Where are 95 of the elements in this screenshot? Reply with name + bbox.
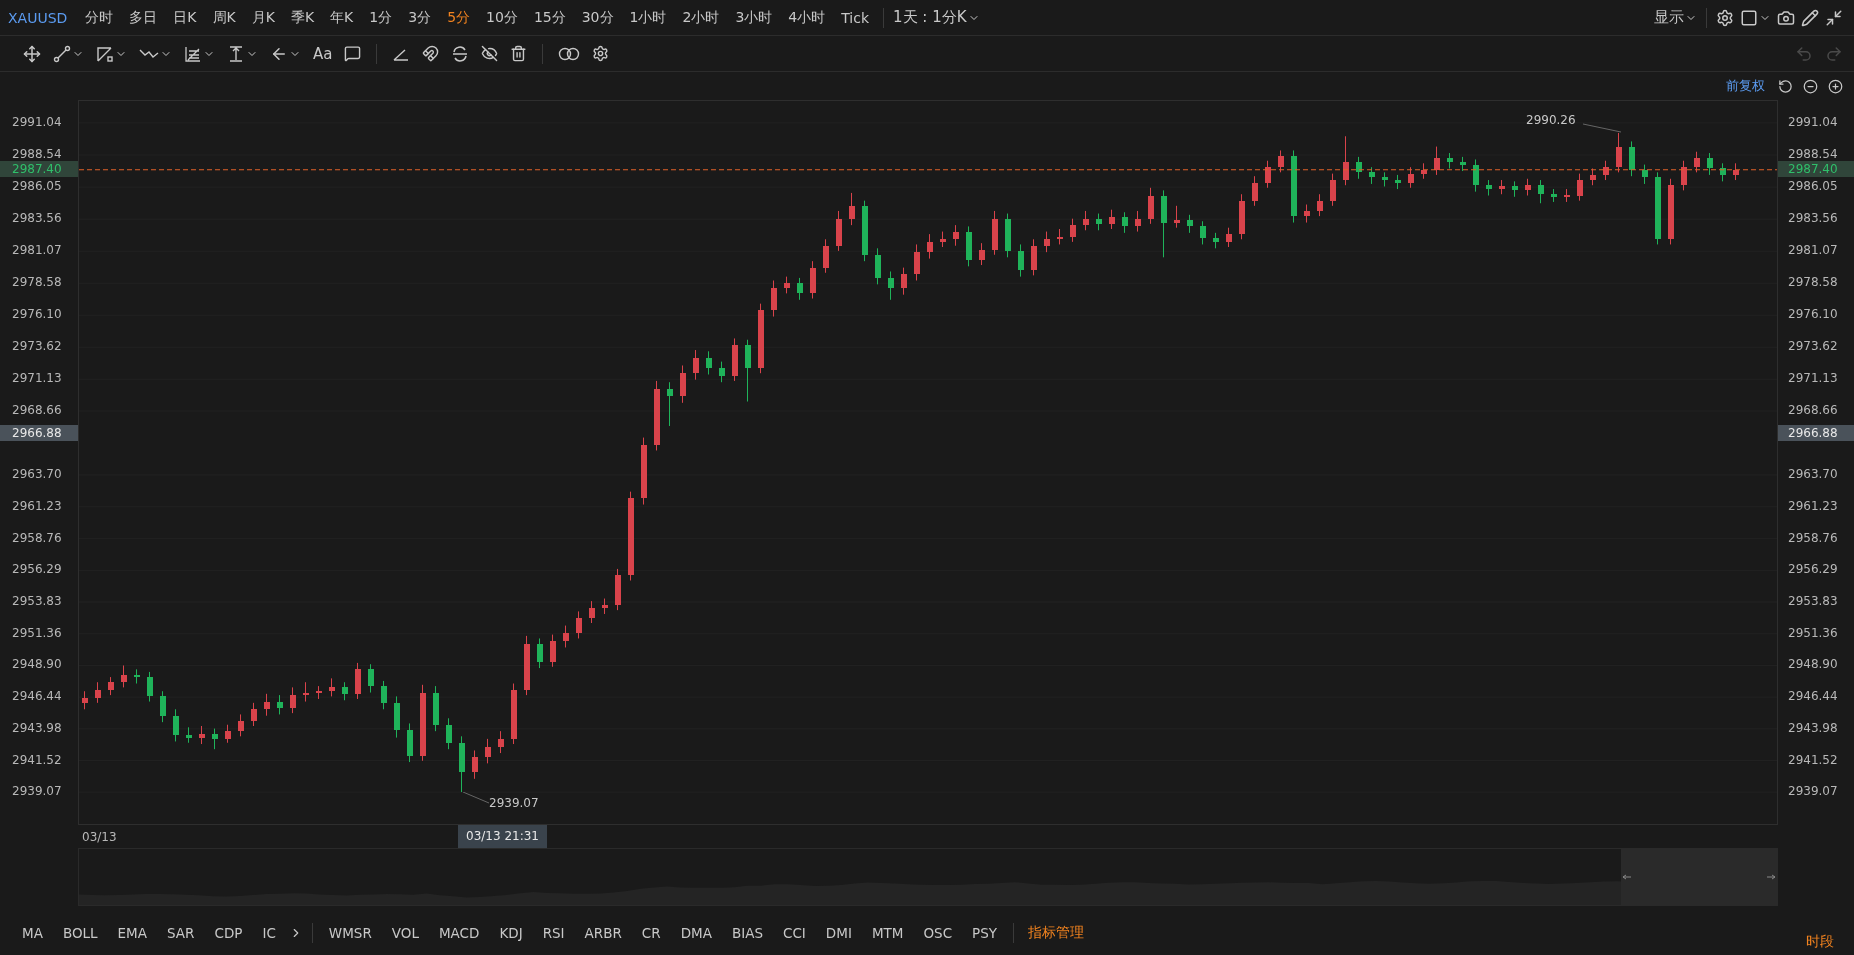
indicator-tab[interactable]: OSC: [913, 924, 963, 941]
price-tick: 2956.29: [1788, 562, 1838, 577]
price-tick: 2951.36: [12, 625, 62, 640]
interval-tab[interactable]: 日K: [165, 8, 205, 27]
indicator-tab[interactable]: DMI: [815, 924, 862, 941]
indicator-tab[interactable]: PSY: [962, 924, 1008, 941]
price-tick: 2958.76: [1788, 530, 1838, 545]
display-menu[interactable]: 显示: [1651, 5, 1700, 30]
adjustment-link[interactable]: 前复权: [1726, 77, 1765, 95]
current-price-label: 2987.40: [1778, 160, 1854, 177]
price-tick: 2953.83: [1788, 594, 1838, 608]
price-tick: 2973.62: [1788, 339, 1838, 354]
price-tick: 2943.98: [12, 720, 62, 735]
price-tick: 2946.44: [1788, 689, 1838, 704]
date-label: 03/13: [82, 829, 117, 844]
price-tick: 2976.10: [1788, 307, 1838, 322]
indicator-tab[interactable]: WMSR: [318, 924, 382, 941]
indicator-tab[interactable]: BIAS: [721, 924, 773, 941]
price-tick: 2988.54: [12, 147, 62, 162]
price-tick: 2988.54: [1788, 147, 1838, 162]
interval-tab[interactable]: 5分: [439, 8, 479, 27]
price-tick: 2961.23: [12, 498, 62, 513]
price-tick: 2983.56: [12, 211, 62, 226]
indicator-tab[interactable]: KDJ: [489, 924, 533, 941]
interval-tab[interactable]: 1小时: [621, 8, 675, 27]
price-tick: 2981.07: [12, 243, 62, 258]
indicator-tab[interactable]: CDP: [204, 924, 253, 941]
price-tick: 2941.52: [1788, 752, 1838, 767]
crosshair-price-label: 2966.88: [0, 424, 78, 441]
indicator-tab[interactable]: EMA: [107, 924, 157, 941]
price-tick: 2971.13: [1788, 371, 1838, 386]
interval-tab[interactable]: 周K: [204, 8, 244, 27]
interval-tab[interactable]: 3小时: [727, 8, 781, 27]
price-tick: 2991.04: [12, 114, 62, 129]
indicator-tab[interactable]: MA: [12, 924, 53, 941]
indicator-tab[interactable]: SAR: [157, 924, 205, 941]
crosshair-price-label: 2966.88: [1778, 424, 1854, 441]
price-tick: 2983.56: [1788, 211, 1838, 226]
current-price-label: 2987.40: [0, 160, 78, 177]
price-tick: 2976.10: [12, 307, 62, 322]
price-tick: 2946.44: [12, 689, 62, 704]
indicator-tab[interactable]: CCI: [773, 924, 816, 941]
interval-tab[interactable]: 4小时: [780, 8, 834, 27]
interval-tab[interactable]: 10分: [478, 8, 526, 27]
price-tick: 2978.58: [1788, 275, 1838, 290]
price-tick: 2951.36: [1788, 625, 1838, 640]
indicator-tab[interactable]: MTM: [861, 924, 914, 941]
interval-tab[interactable]: 30分: [573, 8, 622, 27]
indicator-tab[interactable]: BOLL: [52, 924, 108, 941]
price-tick: 2941.52: [12, 752, 62, 767]
interval-tab[interactable]: 1分: [361, 8, 401, 27]
price-tick: 2991.04: [1788, 114, 1838, 129]
price-tick: 2973.62: [12, 339, 62, 354]
price-tick: 2956.29: [12, 562, 62, 577]
indicator-tab[interactable]: DMA: [670, 924, 722, 941]
interval-tab[interactable]: 15分: [525, 8, 574, 27]
indicator-tab[interactable]: RSI: [532, 924, 575, 941]
price-tick: 2963.70: [1788, 466, 1838, 481]
price-tick: 2948.90: [1788, 657, 1838, 672]
crosshair-time-label: 03/13 21:31: [458, 825, 547, 848]
interval-tab[interactable]: 分时: [77, 8, 122, 27]
indicator-manager-link[interactable]: 指标管理: [1020, 923, 1093, 942]
indicator-tab[interactable]: IC: [252, 924, 286, 941]
interval-tab[interactable]: 年K: [322, 8, 362, 27]
price-tick: 2971.13: [12, 371, 62, 386]
price-tick: 2939.07: [1788, 784, 1838, 799]
interval-tab[interactable]: 季K: [282, 8, 323, 27]
price-tick: 2968.66: [1788, 403, 1838, 418]
interval-tab[interactable]: 月K: [243, 8, 283, 27]
symbol-label[interactable]: XAUUSD: [8, 9, 68, 26]
interval-tab[interactable]: 2小时: [674, 8, 728, 27]
price-tick: 2986.05: [12, 179, 62, 194]
price-tick: 2963.70: [12, 466, 62, 481]
session-link[interactable]: 时段: [1798, 933, 1842, 955]
price-tick: 2961.23: [1788, 498, 1838, 513]
range-selector[interactable]: 1天 : 1分K: [890, 5, 983, 30]
low-price-label: 2939.07: [489, 796, 539, 811]
price-tick: 2968.66: [12, 403, 62, 418]
indicator-tab[interactable]: MACD: [428, 924, 490, 941]
text-tool[interactable]: Aa: [310, 41, 336, 66]
interval-tab[interactable]: 3分: [400, 8, 440, 27]
price-tick: 2948.90: [12, 657, 62, 672]
interval-tab[interactable]: 多日: [121, 8, 166, 27]
price-tick: 2943.98: [1788, 720, 1838, 735]
price-tick: 2958.76: [12, 530, 62, 545]
price-tick: 2986.05: [1788, 179, 1838, 194]
interval-tab[interactable]: Tick: [833, 9, 878, 26]
high-price-label: 2990.26: [1526, 112, 1576, 127]
price-tick: 2978.58: [12, 275, 62, 290]
price-tick: 2939.07: [12, 784, 62, 799]
indicator-tab[interactable]: CR: [631, 924, 671, 941]
price-tick: 2953.83: [12, 594, 62, 608]
indicator-tab[interactable]: ARBR: [574, 924, 632, 941]
indicator-tab[interactable]: VOL: [381, 924, 429, 941]
price-tick: 2981.07: [1788, 243, 1838, 258]
